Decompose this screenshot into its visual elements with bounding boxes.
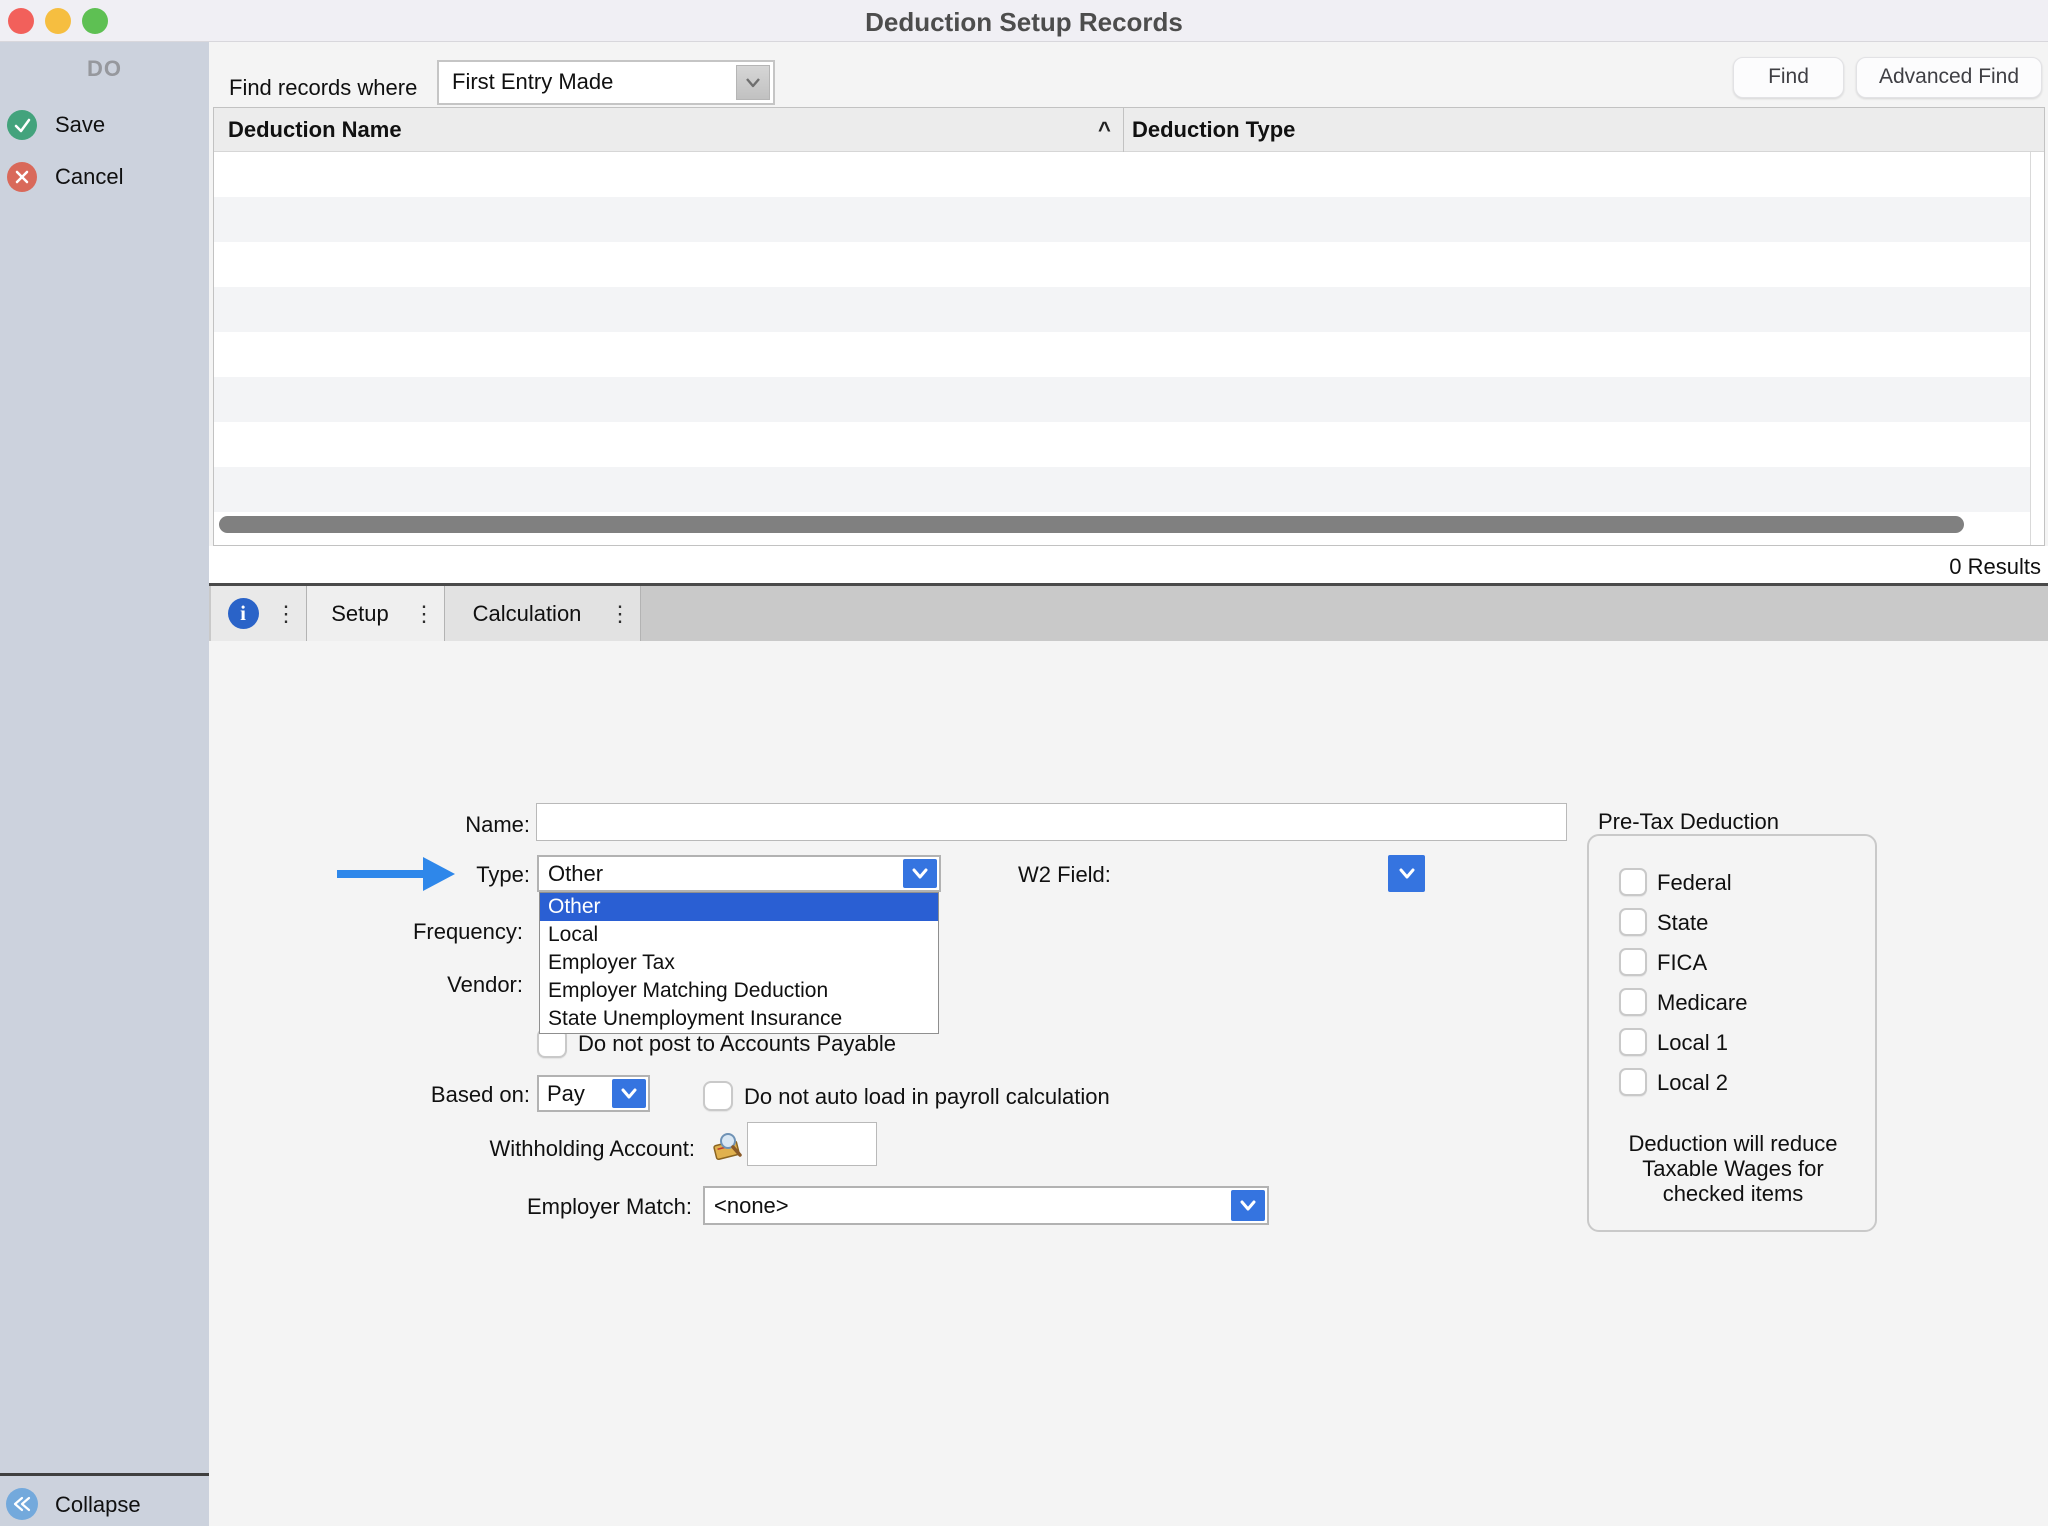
title-bar: Deduction Setup Records [0, 0, 2048, 42]
type-option-other[interactable]: Other [540, 893, 938, 921]
pretax-fica-label: FICA [1657, 950, 1707, 976]
sidebar-divider [0, 1473, 209, 1476]
cancel-x-icon [7, 162, 37, 192]
pretax-note-line: Taxable Wages for [1595, 1156, 1871, 1182]
chevron-down-icon [907, 863, 933, 885]
pretax-note-line: Deduction will reduce [1595, 1131, 1871, 1157]
find-button-label: Find [1768, 65, 1809, 89]
find-button[interactable]: Find [1733, 57, 1844, 98]
cancel-label: Cancel [55, 164, 123, 190]
type-option-local[interactable]: Local [540, 921, 938, 949]
deduction-setup-window: Deduction Setup Records DO Save Cancel C… [0, 0, 2048, 1526]
tab-setup-label: Setup [331, 601, 389, 627]
pretax-fica-checkbox[interactable] [1619, 948, 1647, 976]
do-not-auto-load-label: Do not auto load in payroll calculation [744, 1084, 1110, 1110]
pretax-note-line: checked items [1595, 1181, 1871, 1207]
tab-setup[interactable]: Setup ⋮ [307, 586, 445, 641]
pretax-state-label: State [1657, 910, 1708, 936]
pretax-medicare-checkbox[interactable] [1619, 988, 1647, 1016]
find-field-dropdown[interactable]: First Entry Made [437, 60, 775, 105]
column-header-deduction-name[interactable]: Deduction Name [228, 117, 402, 143]
save-check-icon [7, 110, 37, 140]
find-records-where-label: Find records where [229, 75, 417, 101]
account-lookup-ledger-icon[interactable] [709, 1128, 745, 1164]
tab-info[interactable]: i ⋮ [211, 586, 307, 641]
based-on-label: Based on: [330, 1082, 530, 1108]
name-label: Name: [280, 812, 530, 838]
pretax-federal-checkbox[interactable] [1619, 868, 1647, 896]
type-label: Type: [380, 862, 530, 888]
employer-match-label: Employer Match: [392, 1194, 692, 1220]
pretax-state-checkbox[interactable] [1619, 908, 1647, 936]
withholding-account-label: Withholding Account: [395, 1136, 695, 1162]
do-not-auto-load-checkbox[interactable] [703, 1081, 733, 1111]
pretax-title: Pre-Tax Deduction [1598, 809, 1779, 835]
info-icon: i [228, 598, 259, 629]
type-value: Other [548, 861, 603, 887]
based-on-value: Pay [547, 1081, 585, 1107]
tab-menu-icon[interactable]: ⋮ [275, 601, 306, 627]
save-label: Save [55, 112, 105, 138]
collapse-chevrons-icon [6, 1488, 38, 1520]
collapse-label: Collapse [55, 1492, 141, 1518]
advanced-find-button-label: Advanced Find [1879, 65, 2019, 89]
table-body-empty [214, 152, 2031, 545]
pretax-local1-checkbox[interactable] [1619, 1028, 1647, 1056]
based-on-dropdown-button[interactable] [612, 1079, 646, 1108]
employer-match-dropdown-button[interactable] [1231, 1190, 1265, 1221]
vertical-scrollbar-track[interactable] [2030, 152, 2044, 545]
collapse-button[interactable]: Collapse [0, 1486, 209, 1520]
pretax-local2-label: Local 2 [1657, 1070, 1728, 1096]
horizontal-scrollbar-thumb[interactable] [219, 516, 1964, 533]
type-dropdown-button[interactable] [903, 859, 937, 888]
name-input[interactable] [536, 803, 1567, 841]
w2-field-dropdown-button[interactable] [1388, 855, 1425, 892]
find-field-value: First Entry Made [452, 69, 613, 95]
type-options-list: Other Local Employer Tax Employer Matchi… [539, 892, 939, 1034]
chevron-down-icon [741, 74, 765, 92]
find-field-dropdown-button[interactable] [736, 65, 770, 100]
tab-menu-icon[interactable]: ⋮ [413, 601, 444, 627]
sort-ascending-icon[interactable]: ^ [1098, 117, 1111, 143]
withholding-account-input[interactable] [747, 1122, 877, 1166]
type-option-state-unemployment-insurance[interactable]: State Unemployment Insurance [540, 1005, 938, 1033]
vendor-label: Vendor: [323, 972, 523, 998]
employer-match-value: <none> [714, 1193, 789, 1219]
frequency-label: Frequency: [323, 919, 523, 945]
employer-match-dropdown[interactable]: <none> [703, 1186, 1269, 1225]
based-on-dropdown[interactable]: Pay [537, 1075, 650, 1112]
tab-calculation[interactable]: Calculation ⋮ [445, 586, 641, 641]
results-table: Deduction Name ^ Deduction Type [213, 107, 2045, 546]
w2-field-label: W2 Field: [1018, 862, 1111, 888]
tab-calculation-label: Calculation [473, 601, 582, 627]
pretax-medicare-label: Medicare [1657, 990, 1747, 1016]
pretax-local1-label: Local 1 [1657, 1030, 1728, 1056]
chevron-down-icon [1394, 863, 1420, 885]
pretax-federal-label: Federal [1657, 870, 1732, 896]
pretax-local2-checkbox[interactable] [1619, 1068, 1647, 1096]
advanced-find-button[interactable]: Advanced Find [1856, 57, 2042, 98]
chevron-down-icon [616, 1083, 642, 1105]
chevron-down-icon [1235, 1195, 1261, 1217]
tab-bar: i ⋮ Setup ⋮ Calculation ⋮ [209, 583, 2048, 641]
results-count-bar: 0 Results [209, 546, 2048, 583]
column-header-deduction-type[interactable]: Deduction Type [1132, 117, 1295, 143]
column-divider[interactable] [1123, 108, 1124, 152]
sidebar: DO Save Cancel Collapse [0, 42, 209, 1526]
do-not-post-label: Do not post to Accounts Payable [578, 1031, 896, 1057]
type-dropdown[interactable]: Other [537, 855, 941, 892]
window-title: Deduction Setup Records [0, 7, 2048, 38]
sidebar-header: DO [0, 56, 209, 82]
tab-menu-icon[interactable]: ⋮ [609, 601, 640, 627]
type-option-employer-matching-deduction[interactable]: Employer Matching Deduction [540, 977, 938, 1005]
cancel-button[interactable]: Cancel [0, 160, 209, 194]
save-button[interactable]: Save [0, 108, 209, 142]
type-option-employer-tax[interactable]: Employer Tax [540, 949, 938, 977]
results-count: 0 Results [1949, 554, 2041, 580]
table-header: Deduction Name ^ Deduction Type [214, 108, 2044, 152]
